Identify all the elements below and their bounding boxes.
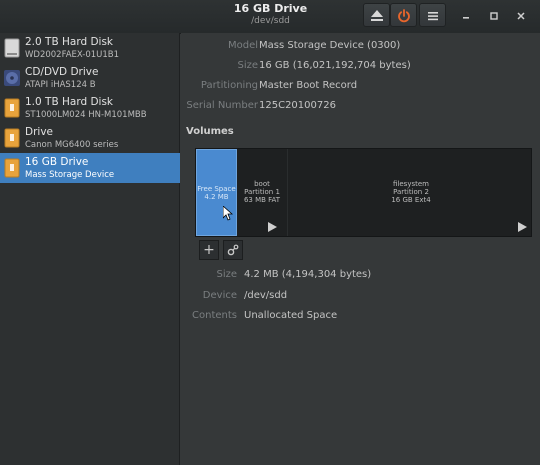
volumes-heading: Volumes xyxy=(186,126,234,137)
drive-list-item-selected[interactable]: 16 GB Drive Mass Storage Device xyxy=(0,153,180,183)
title-block: 16 GB Drive /dev/sdd xyxy=(180,2,361,27)
volume-size-row: Size 4.2 MB (4,194,304 bytes) xyxy=(181,269,540,283)
drive-list: 2.0 TB Hard Disk WD2002FAEX-01U1B1 CD/DV… xyxy=(0,33,180,465)
power-icon xyxy=(398,9,410,23)
segment-partition: Partition 2 xyxy=(393,188,429,196)
close-icon xyxy=(517,12,525,20)
partitioning-value: Master Boot Record xyxy=(259,80,358,91)
serial-number-label: Serial Number xyxy=(186,100,258,111)
hard-disk-icon xyxy=(4,38,20,58)
drive-model-row: Model Mass Storage Device (0300) xyxy=(181,40,540,54)
drive-list-item[interactable]: CD/DVD Drive ATAPI iHAS124 B xyxy=(0,63,180,93)
volume-device-label: Device xyxy=(202,290,237,301)
window-subtitle: /dev/sdd xyxy=(251,16,290,26)
usb-drive-icon xyxy=(4,98,20,118)
drive-name: 16 GB Drive xyxy=(25,156,89,168)
drive-size-value: 16 GB (16,021,192,704 bytes) xyxy=(259,60,411,71)
volume-device-value: /dev/sdd xyxy=(244,290,288,301)
partition-2-segment[interactable]: filesystem Partition 2 16 GB Ext4 xyxy=(287,149,532,236)
drive-model: WD2002FAEX-01U1B1 xyxy=(25,50,120,60)
segment-size: 63 MB FAT xyxy=(243,196,281,204)
segment-name: Free Space xyxy=(197,185,236,193)
power-off-button[interactable] xyxy=(390,3,417,27)
gears-icon xyxy=(227,244,239,256)
close-button[interactable] xyxy=(513,9,529,23)
maximize-button[interactable] xyxy=(486,9,502,23)
volume-size-label: Size xyxy=(216,269,237,280)
header-bar: 16 GB Drive /dev/sdd xyxy=(0,0,540,34)
maximize-icon xyxy=(490,12,498,20)
eject-button[interactable] xyxy=(363,3,390,27)
segment-partition: Partition 1 xyxy=(244,188,280,196)
drive-list-item[interactable]: Drive Canon MG6400 series xyxy=(0,123,180,153)
drive-details-panel: Model Mass Storage Device (0300) Size 16… xyxy=(181,33,540,465)
drive-model-value: Mass Storage Device (0300) xyxy=(259,40,401,51)
free-space-segment[interactable]: Free Space 4.2 MB xyxy=(196,149,237,236)
segment-size: 16 GB Ext4 xyxy=(391,196,431,204)
minimize-button[interactable] xyxy=(458,9,474,23)
drive-model: ATAPI iHAS124 B xyxy=(25,80,96,90)
volume-device-row: Device /dev/sdd xyxy=(181,290,540,304)
volume-size-value: 4.2 MB (4,194,304 bytes) xyxy=(244,269,372,280)
play-arrow-icon xyxy=(268,222,277,232)
drive-list-item[interactable]: 1.0 TB Hard Disk ST1000LM024 HN-M101MBB xyxy=(0,93,180,123)
partitioning-row: Partitioning Master Boot Record xyxy=(181,80,540,94)
drive-model: Mass Storage Device xyxy=(25,170,115,180)
drive-model-label: Model xyxy=(227,40,258,51)
drive-size-label: Size xyxy=(237,60,258,71)
drive-menu-button[interactable] xyxy=(419,3,446,27)
mouse-cursor-icon xyxy=(223,206,233,221)
drive-name: Drive xyxy=(25,126,53,138)
drive-list-item[interactable]: 2.0 TB Hard Disk WD2002FAEX-01U1B1 xyxy=(0,33,180,63)
segment-name: boot xyxy=(254,180,270,188)
volume-contents-row: Contents Unallocated Space xyxy=(181,310,540,324)
usb-drive-icon xyxy=(4,158,20,178)
drive-size-row: Size 16 GB (16,021,192,704 bytes) xyxy=(181,60,540,74)
usb-drive-icon xyxy=(4,128,20,148)
serial-number-value: 125C20100726 xyxy=(259,100,336,111)
drive-name: CD/DVD Drive xyxy=(25,66,99,78)
volume-map: Free Space 4.2 MB boot Partition 1 63 MB… xyxy=(195,148,532,237)
serial-number-row: Serial Number 125C20100726 xyxy=(181,100,540,114)
window-title: 16 GB Drive xyxy=(233,2,308,15)
minimize-icon xyxy=(463,17,469,19)
drive-name: 2.0 TB Hard Disk xyxy=(25,36,114,48)
create-partition-button[interactable]: + xyxy=(199,240,219,260)
segment-name: filesystem xyxy=(393,180,429,188)
hamburger-menu-icon xyxy=(428,12,438,21)
volume-contents-label: Contents xyxy=(192,310,237,321)
play-arrow-icon xyxy=(518,222,527,232)
drive-model: ST1000LM024 HN-M101MBB xyxy=(25,110,147,120)
segment-size: 4.2 MB xyxy=(204,193,229,201)
optical-drive-icon xyxy=(4,70,20,86)
drive-model: Canon MG6400 series xyxy=(25,140,119,150)
drive-name: 1.0 TB Hard Disk xyxy=(25,96,114,108)
eject-icon xyxy=(371,10,383,21)
volume-contents-value: Unallocated Space xyxy=(244,310,338,321)
partition-options-button[interactable] xyxy=(223,240,243,260)
partition-1-segment[interactable]: boot Partition 1 63 MB FAT xyxy=(237,149,287,236)
partitioning-label: Partitioning xyxy=(200,80,258,91)
